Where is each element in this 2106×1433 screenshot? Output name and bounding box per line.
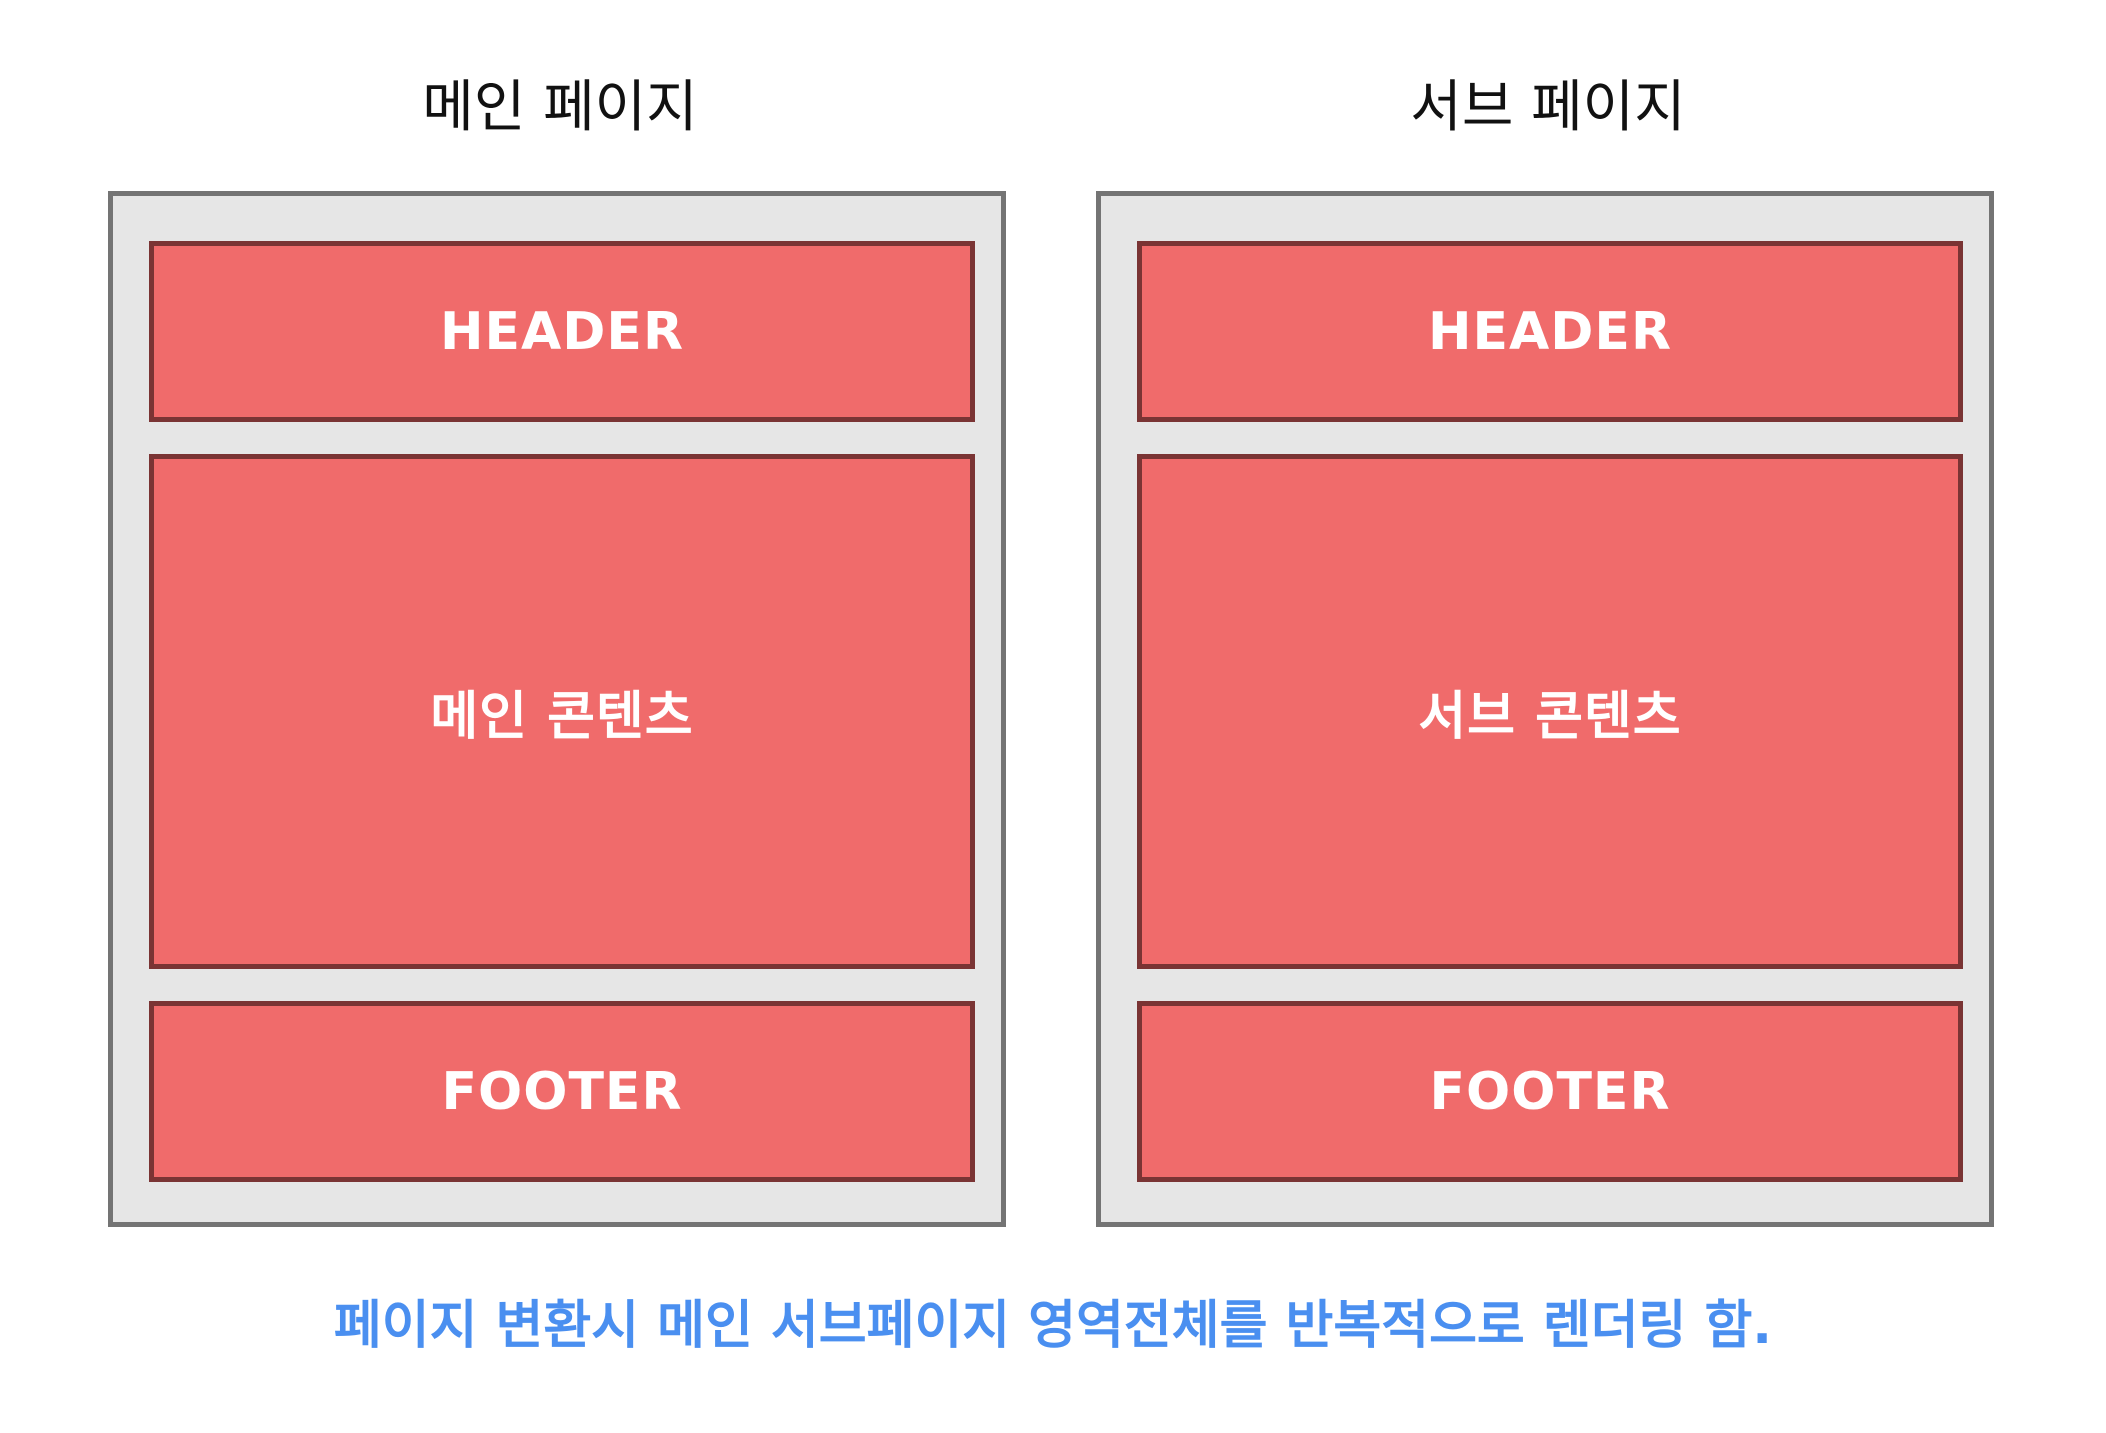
main-page-frame: HEADER 메인 콘텐츠 FOOTER [108, 191, 1006, 1227]
sub-page-title: 서브 페이지 [1410, 75, 1686, 140]
diagram-caption: 페이지 변환시 메인 서브페이지 영역전체를 반복적으로 렌더링 함. [333, 1296, 1773, 1356]
main-page-title: 메인 페이지 [422, 75, 698, 140]
sub-page-footer-block: FOOTER [1137, 1001, 1963, 1182]
sub-page-header-block: HEADER [1137, 241, 1963, 422]
sub-page-frame: HEADER 서브 콘텐츠 FOOTER [1096, 191, 1994, 1227]
main-page-header-block: HEADER [149, 241, 975, 422]
sub-page-content-block: 서브 콘텐츠 [1137, 454, 1963, 969]
main-page-footer-block: FOOTER [149, 1001, 975, 1182]
main-page-content-block: 메인 콘텐츠 [149, 454, 975, 969]
